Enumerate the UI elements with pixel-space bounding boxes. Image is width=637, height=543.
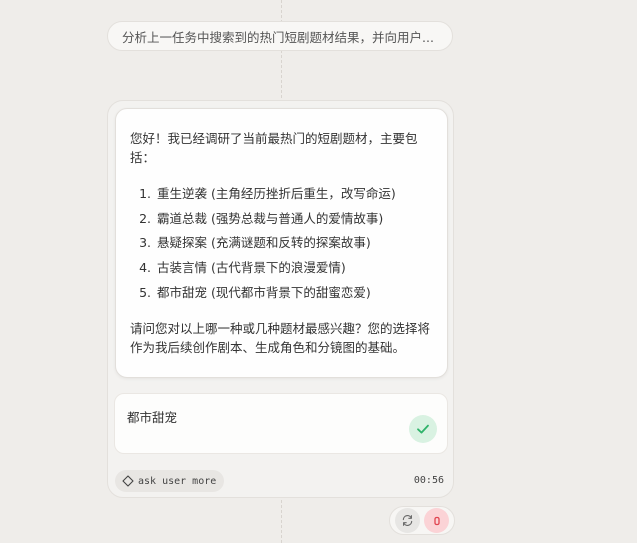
confirm-button[interactable] xyxy=(409,415,437,443)
assistant-message: 您好！我已经调研了当前最热门的短剧题材，主要包括： 重生逆袭 (主角经历挫折后重… xyxy=(115,108,448,378)
diamond-icon xyxy=(122,475,134,487)
stop-icon xyxy=(433,516,440,525)
tag-label: ask user more xyxy=(138,475,217,487)
task-summary-text: 分析上一任务中搜索到的热门短剧题材结果，并向用户... xyxy=(122,29,434,45)
message-intro: 您好！我已经调研了当前最热门的短剧题材，主要包括： xyxy=(130,131,418,165)
topic-item: 霸道总裁 (强势总裁与普通人的爱情故事) xyxy=(155,207,433,232)
task-summary-pill[interactable]: 分析上一任务中搜索到的热门短剧题材结果，并向用户... xyxy=(107,21,453,51)
elapsed-time: 00:56 xyxy=(413,475,444,486)
topic-item: 重生逆袭 (主角经历挫折后重生，改写命运) xyxy=(155,182,433,207)
check-icon xyxy=(417,424,429,434)
user-answer-text: 都市甜宠 xyxy=(127,410,178,425)
message-outro: 请问您对以上哪一种或几种题材最感兴趣？您的选择将作为我后续创作剧本、生成角色和分… xyxy=(130,320,431,355)
topic-item: 都市甜宠 (现代都市背景下的甜蜜恋爱) xyxy=(155,281,433,306)
ask-user-more-tag: ask user more xyxy=(115,470,225,492)
user-answer-box[interactable]: 都市甜宠 xyxy=(114,393,448,454)
control-bar xyxy=(389,506,455,535)
topic-list: 重生逆袭 (主角经历挫折后重生，改写命运) 霸道总裁 (强势总裁与普通人的爱情故… xyxy=(130,182,433,306)
topic-item: 悬疑探案 (充满谜题和反转的探案故事) xyxy=(155,231,433,256)
stop-button[interactable] xyxy=(424,508,449,533)
refresh-button[interactable] xyxy=(395,508,420,533)
refresh-icon xyxy=(402,515,413,526)
topic-item: 古装言情 (古代背景下的浪漫爱情) xyxy=(155,256,433,281)
ask-user-card: 您好！我已经调研了当前最热门的短剧题材，主要包括： 重生逆袭 (主角经历挫折后重… xyxy=(107,100,454,498)
